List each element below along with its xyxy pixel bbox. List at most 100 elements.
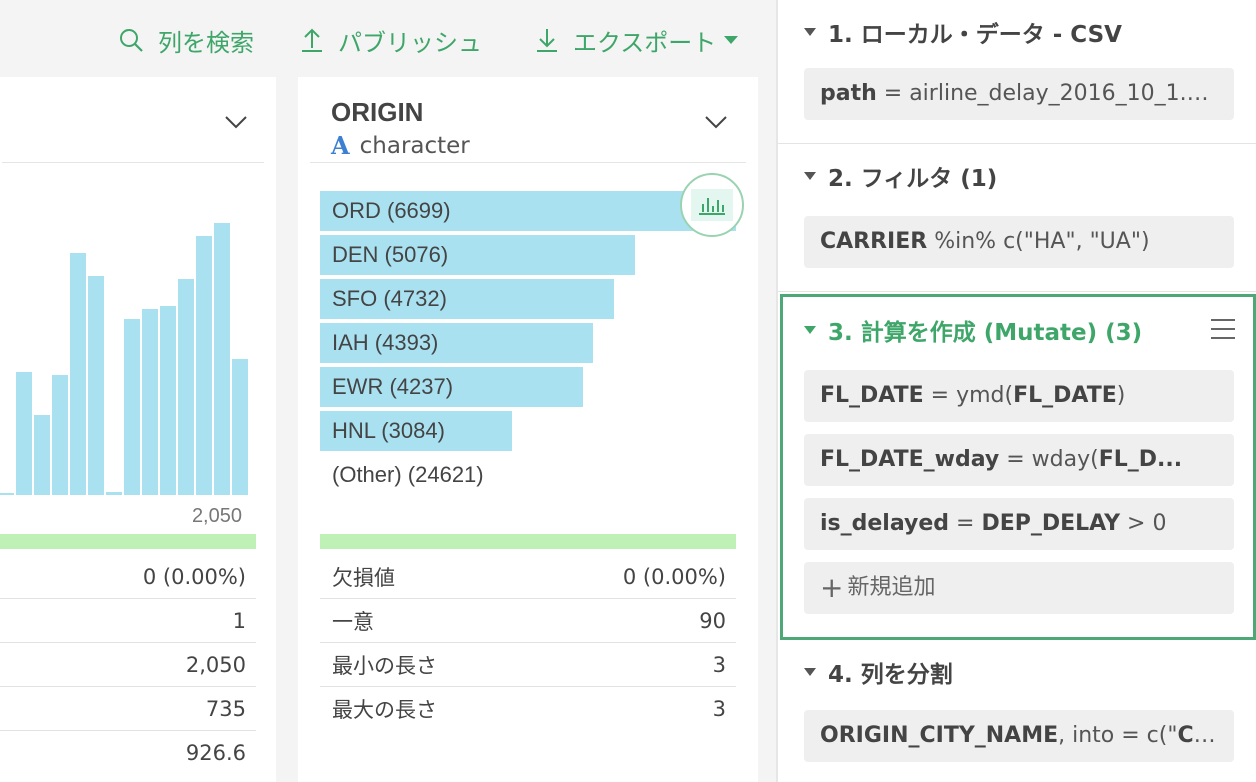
stat-label: 欠損値 [332,565,395,590]
category-bar[interactable]: DEN (5076) [320,235,736,279]
category-bar[interactable]: HNL (3084) [320,411,736,455]
character-type-icon: A [331,131,350,160]
caret-down-icon [724,36,739,44]
step-command[interactable]: ORIGIN_CITY_NAME, into = c("Cit... [804,710,1234,762]
category-label: EWR (4237) [332,374,454,399]
category-bar[interactable]: IAH (4393) [320,323,736,367]
step-mutate[interactable]: 3. 計算を作成 (Mutate) (3) FL_DATE = ymd(FL_D… [780,294,1256,640]
stat-value: 90 [699,608,726,633]
stat-value: 3 [712,697,726,721]
step-command[interactable]: FL_DATE = ymd(FL_DATE) [804,370,1234,422]
histogram-bar [70,253,86,495]
stat-label: 最大の長さ [332,698,437,722]
stat-value: 0 (0.00%) [142,564,246,589]
step-filter[interactable]: 2. フィルタ (1) CARRIER %in% c("HA", "UA") [778,144,1256,292]
stat-label: 最小の長さ [332,653,437,678]
step-title[interactable]: 2. フィルタ (1) [804,160,997,192]
chevron-down-icon[interactable] [224,115,248,129]
plus-icon: + [820,571,844,604]
caret-down-icon [804,28,816,36]
stat-value: 3 [712,652,726,677]
category-label: HNL (3084) [332,418,445,443]
histogram-bar [178,279,194,495]
export-label: エクスポート [573,28,717,57]
step-title[interactable]: 3. 計算を作成 (Mutate) (3) [804,314,1142,346]
histogram-bar [160,306,176,495]
stat-row: 一意 90 [320,599,736,643]
stat-row: 735 [0,687,256,731]
column-name: ORIGIN [331,97,424,127]
stat-row: 欠損値 0 (0.00%) [320,555,736,599]
export-button[interactable]: エクスポート [535,22,739,58]
category-bar[interactable]: EWR (4237) [320,367,736,411]
category-other: (Other) (24621) [320,455,736,499]
category-label: SFO (4732) [332,286,447,311]
step-command[interactable]: path = airline_delay_2016_10_1.csv... [804,68,1234,120]
caret-down-icon [804,172,816,180]
publish-button[interactable]: パブリッシュ [300,22,482,58]
column-type: A character [331,131,470,160]
histogram-chart[interactable] [0,163,276,505]
histogram-bar [124,319,140,495]
column-card-origin: ORIGIN A character ORD (6699) DEN (5076)… [298,77,758,782]
bar-chart-icon [699,198,725,215]
stat-row: 926.6 [0,731,256,775]
stat-row: 0 (0.00%) [0,555,256,599]
category-bar[interactable]: SFO (4732) [320,279,736,323]
step-title[interactable]: 1. ローカル・データ - CSV [804,16,1122,48]
histogram-bar [16,372,32,495]
upload-icon [302,28,322,52]
histogram-bar [52,375,68,495]
step-command[interactable]: is_delayed = DEP_DELAY > 0 [804,498,1234,550]
chevron-down-icon[interactable] [704,115,728,129]
stat-value: 2,050 [185,652,246,677]
step-local-data-csv[interactable]: 1. ローカル・データ - CSV path = airline_delay_2… [778,0,1256,144]
valid-values-bar [0,534,256,549]
caret-down-icon [804,326,816,334]
histogram-bar [0,493,14,495]
histogram-bar [142,309,158,495]
category-label: IAH (4393) [332,330,439,355]
stat-value: 1 [232,608,246,633]
stat-row: 1 [0,599,256,643]
histogram-bar [34,415,50,495]
category-label: ORD (6699) [332,198,451,223]
stat-value: 0 (0.00%) [622,564,726,589]
histogram-bar [214,223,230,495]
category-label: DEN (5076) [332,242,449,267]
publish-label: パブリッシュ [338,28,482,57]
data-view-pane: 列を検索 パブリッシュ エクスポート 2,050 0 (0.00%) 1 2,0… [0,0,776,782]
search-columns-label: 列を検索 [158,28,254,57]
histogram-bar [88,276,104,495]
step-command[interactable]: FL_DATE_wday = wday(FL_D... [804,434,1234,486]
column-header: ORIGIN A character [310,77,746,163]
search-columns-button[interactable]: 列を検索 [118,22,254,58]
download-icon [537,29,557,52]
chart-view-button[interactable] [680,173,744,237]
step-title[interactable]: 4. 列を分割 [804,656,953,688]
category-label: (Other) (24621) [332,462,484,487]
steps-panel: 1. ローカル・データ - CSV path = airline_delay_2… [776,0,1256,782]
histogram-max-label: 2,050 [191,505,242,527]
histogram-bars [0,163,276,495]
stat-row: 最小の長さ 3 [320,643,736,687]
search-icon [120,29,143,52]
summary-stats: 欠損値 0 (0.00%) 一意 90 最小の長さ 3 最大の長さ 3 [320,555,736,731]
valid-values-bar [320,534,736,549]
column-card-numeric: 2,050 0 (0.00%) 1 2,050 735 926.6 [0,77,276,782]
histogram-bar [232,359,248,495]
category-bar-chart: ORD (6699) DEN (5076) SFO (4732) IAH (43… [320,191,736,499]
histogram-bar [196,236,212,495]
summary-stats: 0 (0.00%) 1 2,050 735 926.6 [0,555,256,775]
column-type-label: character [359,132,470,159]
histogram-bar [106,492,122,495]
step-command[interactable]: CARRIER %in% c("HA", "UA") [804,216,1234,268]
step-separate-columns[interactable]: 4. 列を分割 ORIGIN_CITY_NAME, into = c("Cit.… [778,640,1256,782]
stat-label: 一意 [332,609,374,634]
category-bar[interactable]: ORD (6699) [320,191,736,235]
stat-value: 735 [205,696,246,721]
add-new-button[interactable]: + 新規追加 [804,562,1234,614]
stat-row: 2,050 [0,643,256,687]
menu-icon[interactable] [1211,319,1235,339]
column-header [2,77,264,163]
